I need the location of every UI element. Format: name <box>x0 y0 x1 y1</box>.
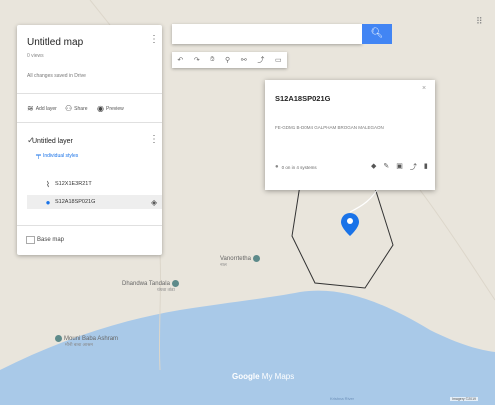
logo-suffix: My Maps <box>261 372 295 381</box>
saved-status: All changes saved in Drive <box>27 73 86 79</box>
poi-icon <box>252 255 260 262</box>
add-layer-button[interactable]: ≋ Add layer <box>27 104 57 113</box>
place-subname: मौनी बाबा आश्रम <box>65 342 93 348</box>
preview-icon: ◉ <box>97 104 104 113</box>
search-button[interactable]: 🔍︎ <box>362 24 392 44</box>
camera-icon[interactable]: ▣ <box>396 162 403 172</box>
popup-footer: ● 0 on in 4 systems <box>275 164 317 170</box>
river-label: Krishna River <box>330 396 355 401</box>
place-subname: धंधवा तांडा <box>157 287 175 293</box>
map-info-panel: Untitled map 0 views ⋮ All changes saved… <box>17 25 162 255</box>
delete-icon[interactable]: ▮ <box>424 162 428 172</box>
map-place-label[interactable]: Vanorrtetha नाल <box>220 255 260 268</box>
redo-icon[interactable]: ↷ <box>194 56 200 64</box>
place-subname: नाल <box>220 262 227 268</box>
preview-button[interactable]: ◉ Preview <box>97 104 124 113</box>
style-icon[interactable]: ◈ <box>151 198 157 207</box>
layer-item-label: S12X1E3R21T <box>55 181 92 187</box>
edit-icon[interactable]: ✎ <box>383 162 389 172</box>
map-place-label[interactable]: Mouni Baba Ashram मौनी बाबा आश्रम <box>55 335 118 348</box>
map-options-icon[interactable]: ⋮ <box>149 35 159 45</box>
divider <box>17 93 162 94</box>
ruler-icon[interactable]: ▭ <box>275 56 282 64</box>
map-title[interactable]: Untitled map <box>27 37 83 48</box>
paint-icon: ╤ <box>36 152 41 159</box>
map-subtitle: 0 views <box>27 53 44 59</box>
marker-icon[interactable]: ⚲ <box>225 56 230 64</box>
layer-options-icon[interactable]: ⋮ <box>149 135 159 145</box>
layer-item-label: S12A18SP021G <box>55 199 96 205</box>
undo-icon[interactable]: ↶ <box>177 56 183 64</box>
marker-icon: ● <box>275 164 279 170</box>
logo-google: Google <box>232 372 260 381</box>
base-map-label[interactable]: Base map <box>37 237 64 243</box>
search-icon: 🔍︎ <box>370 28 384 39</box>
google-my-maps-logo: Google My Maps <box>232 372 294 381</box>
poi-icon <box>171 280 179 287</box>
line-icon[interactable]: ⚯ <box>241 56 247 64</box>
apps-grid-icon[interactable]: ⠿ <box>476 16 483 27</box>
preview-label: Preview <box>105 105 124 112</box>
add-layer-icon: ≋ <box>27 104 34 113</box>
divider <box>17 122 162 123</box>
styles-link[interactable]: Individual styles <box>43 153 78 159</box>
directions-icon[interactable]: ⤴ <box>410 162 417 172</box>
hand-icon[interactable]: ✋︎ <box>210 56 214 64</box>
popup-title: S12A18SP021G <box>275 94 331 103</box>
map-toolbar: ↶ ↷ ✋︎ ⚲ ⚯ ⤴ ▭ <box>172 52 287 68</box>
copyright-text: Imagery ©2019 <box>450 397 478 401</box>
feature-popup: S12A18SP021G × FE-GDM1 B-D0M4 GALPHAM BR… <box>265 80 435 190</box>
layer-item[interactable]: ⌇ S12X1E3R21T <box>27 177 162 191</box>
poi-icon <box>55 335 62 342</box>
share-icon: ⚇ <box>65 104 73 113</box>
share-button[interactable]: ⚇ Share <box>65 104 88 113</box>
search-input[interactable] <box>172 24 362 44</box>
directions-icon[interactable]: ⤴ <box>257 55 264 65</box>
share-label: Share <box>74 105 88 112</box>
map-place-label[interactable]: Dhandwa Tandala धंधवा तांडा <box>122 280 179 293</box>
line-icon: ⌇ <box>46 179 50 189</box>
layer-item-selected[interactable]: ● S12A18SP021G ◈ <box>27 195 162 209</box>
popup-footer-text: 0 on in 4 systems <box>281 164 317 170</box>
popup-tools: ◆ ✎ ▣ ⤴ ▮ <box>371 162 428 172</box>
layer-title[interactable]: Untitled layer <box>32 138 73 145</box>
popup-description: FE-GDM1 B-D0M4 GALPHAM BROGAN MALEGAON <box>275 125 384 130</box>
divider <box>17 225 162 226</box>
paint-icon[interactable]: ◆ <box>371 162 376 172</box>
base-map-icon[interactable] <box>26 236 35 244</box>
marker-icon: ● <box>45 197 51 207</box>
add-layer-label: Add layer <box>35 105 57 112</box>
close-icon[interactable]: × <box>422 85 426 92</box>
